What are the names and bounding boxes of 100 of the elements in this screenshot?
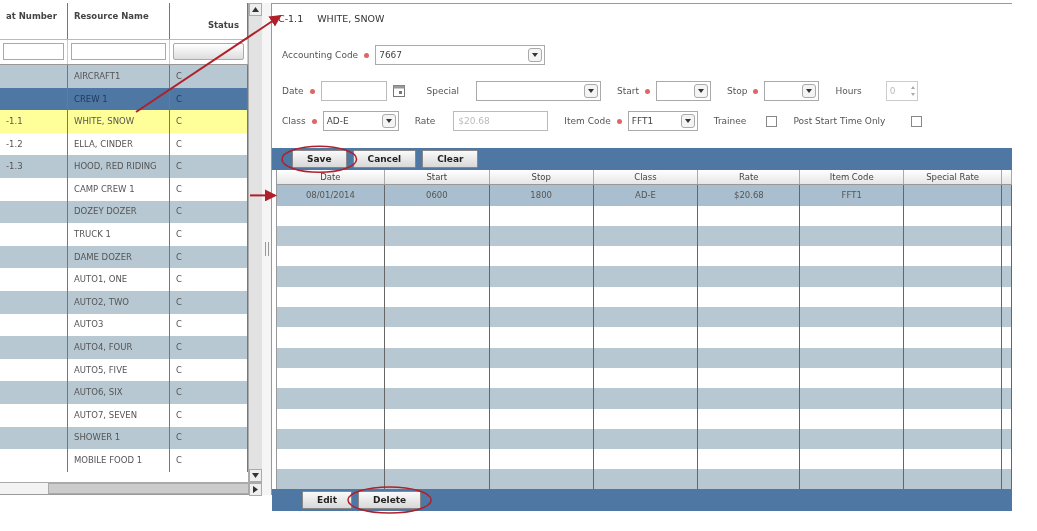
column-header[interactable]: at Number	[0, 3, 68, 39]
field-label: Rate	[414, 114, 436, 128]
table-cell: SHOWER 1	[74, 431, 121, 445]
table-row[interactable]: AUTO6, SIX C	[0, 381, 248, 404]
table-cell: C	[176, 431, 182, 445]
column-header[interactable]: Stop	[489, 170, 594, 185]
table-cell: -1.3	[6, 160, 23, 174]
table-cell: -1.1	[6, 115, 23, 128]
column-header[interactable]: Special Rate	[904, 170, 1002, 185]
filter-field[interactable]	[3, 43, 64, 60]
up-arrow-icon	[252, 7, 259, 12]
dropdown[interactable]: AD-E	[322, 111, 399, 132]
vertical-scrollbar[interactable]	[248, 3, 262, 482]
table-cell: C	[176, 295, 182, 309]
scroll-thumb[interactable]	[48, 483, 249, 494]
table-row[interactable]: -1.3 HOOD, RED RIDING C	[0, 155, 248, 178]
field-label: Item Code	[564, 114, 611, 128]
rate-field: $20.68	[453, 111, 549, 132]
table-row[interactable]: DAME DOZER C	[0, 245, 248, 269]
column-header[interactable]: Start	[384, 170, 490, 185]
table-cell: C	[176, 160, 182, 174]
table-cell: DOZEY DOZER	[74, 205, 137, 219]
column-header[interactable]: Rate	[698, 170, 801, 185]
grip-icon	[264, 242, 269, 256]
button[interactable]: Edit	[302, 491, 352, 509]
record-name: WHITE, SNOW	[317, 12, 385, 26]
splitter-handle[interactable]	[262, 3, 272, 495]
table-cell: TRUCK 1	[74, 228, 111, 241]
scroll-down-button[interactable]	[249, 469, 262, 482]
table-cell: C	[176, 363, 182, 377]
table-cell: MOBILE FOOD 1	[74, 454, 143, 467]
grid-row[interactable]: 08/01/2014 0600 1800 AD-E $20.68 FFT1	[277, 185, 1012, 206]
column-header[interactable]: Resource Name	[68, 3, 170, 39]
table-cell: FFT1	[841, 189, 862, 202]
annotation-arrow	[249, 189, 277, 202]
table-cell: AUTO1, ONE	[74, 273, 128, 286]
table-cell: ELLA, CINDER	[74, 137, 133, 151]
record-code: C-1.1	[278, 12, 304, 26]
dropdown[interactable]	[764, 81, 820, 102]
table-cell: C	[176, 408, 182, 422]
button[interactable]: Delete	[358, 491, 422, 509]
button[interactable]: Save	[292, 150, 347, 169]
caret-icon	[528, 48, 543, 63]
spin-field: 0	[885, 81, 918, 102]
caret-icon	[381, 114, 396, 129]
table-cell: WHITE, SNOW	[74, 115, 135, 128]
table-cell: 0600	[425, 189, 448, 202]
column-header[interactable]: Item Code	[800, 170, 905, 185]
table-cell: C	[176, 205, 182, 219]
table-row[interactable]: AIRCRAFT1 C	[0, 65, 248, 88]
table-cell: $20.68	[734, 189, 764, 202]
dropdown[interactable]	[475, 81, 601, 102]
table-cell: C	[176, 318, 182, 332]
table-cell: C	[176, 250, 182, 264]
table-cell: CAMP CREW 1	[74, 182, 135, 196]
button[interactable]: Cancel	[352, 150, 417, 169]
table-row[interactable]: -1.1 WHITE, SNOW C	[0, 110, 248, 133]
table-cell: AUTO7, SEVEN	[74, 408, 138, 422]
filter-button[interactable]	[173, 43, 244, 60]
table-cell: -1.2	[6, 137, 23, 151]
table-cell: C	[176, 69, 182, 83]
calendar-icon[interactable]	[392, 85, 405, 98]
date-field[interactable]	[320, 81, 387, 102]
button[interactable]: Clear	[422, 150, 479, 169]
table-cell: AUTO6, SIX	[74, 386, 123, 399]
column-header[interactable]: Class	[593, 170, 699, 185]
column-header[interactable]: Date	[277, 170, 385, 185]
table-cell: C	[176, 182, 182, 196]
field-label: Start	[616, 84, 639, 98]
table-cell: AD-E	[635, 189, 656, 202]
table-cell: 08/01/2014	[305, 189, 355, 202]
field-label: Stop	[726, 84, 748, 98]
table-row[interactable]: AUTO2, TWO C	[0, 290, 248, 314]
table-cell: AUTO5, FIVE	[74, 363, 128, 377]
dropdown[interactable]: 7667	[375, 45, 546, 66]
checkbox[interactable]	[766, 115, 778, 127]
dropdown[interactable]	[655, 81, 711, 102]
scroll-right-button[interactable]	[249, 483, 262, 496]
table-cell: C	[176, 137, 182, 151]
field-label: Date	[282, 84, 304, 98]
caret-icon	[802, 84, 817, 99]
table-row[interactable]: AUTO4, FOUR C	[0, 336, 248, 359]
table-cell: AUTO4, FOUR	[74, 341, 133, 354]
filter-field[interactable]	[71, 43, 166, 60]
table-cell: C	[176, 115, 182, 128]
field-label: Trainee	[713, 114, 747, 128]
scroll-up-button[interactable]	[249, 3, 262, 16]
dropdown[interactable]: FFT1	[627, 111, 698, 132]
caret-icon	[583, 84, 598, 99]
table-cell: DAME DOZER	[74, 250, 132, 264]
table-cell: CREW 1	[74, 92, 108, 106]
table-row[interactable]: SHOWER 1 C	[0, 426, 248, 450]
down-arrow-icon	[252, 473, 259, 478]
horizontal-scrollbar[interactable]	[0, 482, 262, 494]
table-row[interactable]: DOZEY DOZER C	[0, 200, 248, 224]
table-cell: C	[176, 228, 182, 241]
table-cell: C	[176, 341, 182, 354]
checkbox[interactable]	[911, 115, 923, 127]
right-arrow-icon	[253, 486, 258, 493]
table-cell: 1800	[530, 189, 552, 202]
